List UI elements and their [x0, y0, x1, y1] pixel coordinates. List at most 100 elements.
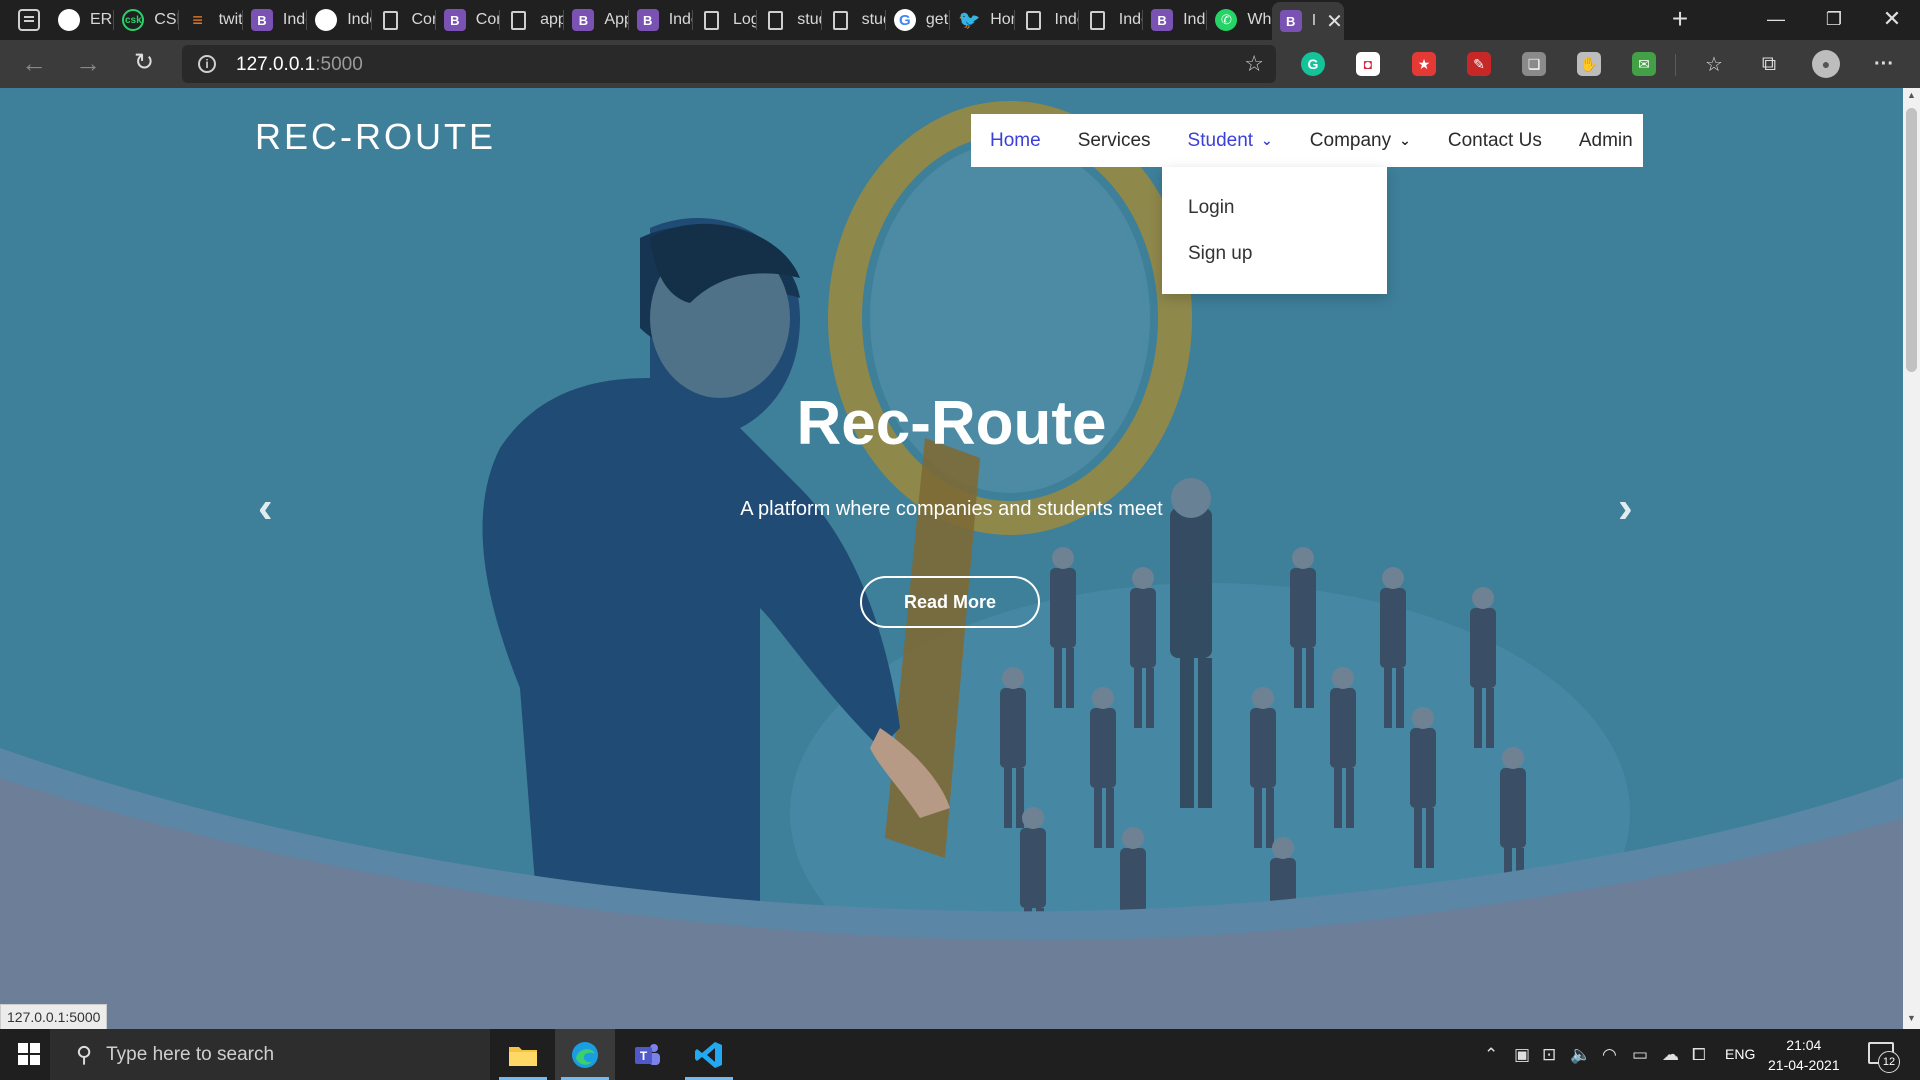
- page-scrollbar[interactable]: ▲ ▼: [1903, 88, 1920, 1029]
- onedrive-cloud-icon[interactable]: ☁: [1662, 1045, 1679, 1065]
- taskbar-file-explorer[interactable]: [493, 1029, 553, 1080]
- browser-tab[interactable]: ERRC: [50, 2, 114, 38]
- browser-tab-label: Appl: [604, 11, 629, 28]
- bootstrap-icon: B: [1151, 9, 1174, 31]
- profile-avatar-icon[interactable]: ●: [1812, 50, 1840, 78]
- read-more-button[interactable]: Read More: [860, 576, 1040, 628]
- language-indicator[interactable]: ENG: [1725, 1046, 1755, 1062]
- url-text[interactable]: 127.0.0.1:5000: [236, 54, 363, 76]
- wifi-icon[interactable]: ◠: [1602, 1045, 1617, 1065]
- browser-tab-label: Index: [347, 11, 371, 28]
- edge-browser-icon: [572, 1041, 598, 1068]
- tray-device-icon[interactable]: ▣: [1514, 1045, 1530, 1065]
- browser-tab[interactable]: B Appl: [564, 2, 629, 38]
- tray-app-icon[interactable]: ⊡: [1542, 1045, 1556, 1065]
- stackoverflow-icon: ≡: [192, 9, 203, 30]
- favorites-icon[interactable]: ☆: [1702, 52, 1726, 76]
- grammarly-extension-icon[interactable]: G: [1301, 52, 1325, 76]
- browser-tab[interactable]: Com: [372, 2, 436, 38]
- dropdown-item-login[interactable]: Login: [1162, 185, 1387, 231]
- scroll-up-icon[interactable]: ▲: [1903, 90, 1920, 104]
- screen: ERRC csk CSK ≡ twitte B Index Index Com B Com apply…: [0, 0, 1920, 1080]
- chevron-down-icon: ⌄: [1399, 132, 1411, 148]
- forward-button[interactable]: →: [72, 48, 104, 80]
- windows-taskbar: ⚲ Type here to search T ⌃ ▣ ⊡ 🔈 ◠ ▭ ☁ ⧠ …: [0, 1029, 1920, 1080]
- browser-tab-label: Com: [411, 11, 436, 28]
- browser-tab-label: apply: [540, 11, 565, 28]
- address-bar[interactable]: i 127.0.0.1:5000 ☆: [182, 45, 1276, 83]
- browser-tab[interactable]: Index: [1079, 2, 1143, 38]
- extension-badge-icon[interactable]: ★: [1412, 52, 1436, 76]
- browser-tab-label: stude: [861, 11, 886, 28]
- extension-pen-icon[interactable]: ✎: [1467, 52, 1491, 76]
- browser-tab[interactable]: ✆ Wha: [1207, 2, 1272, 38]
- browser-tab[interactable]: B Inde: [1143, 2, 1207, 38]
- scrollbar-thumb[interactable]: [1906, 108, 1917, 372]
- github-icon: [58, 9, 80, 31]
- tablet-mode-icon[interactable]: ⧠: [1692, 1045, 1706, 1065]
- extension-copy-icon[interactable]: ❏: [1522, 52, 1546, 76]
- page-icon: [832, 10, 848, 30]
- carousel-prev-icon[interactable]: ‹: [258, 483, 273, 533]
- taskbar-teams[interactable]: T: [617, 1029, 677, 1080]
- volume-icon[interactable]: 🔈: [1570, 1045, 1591, 1065]
- carousel-next-icon[interactable]: ›: [1618, 483, 1633, 533]
- nav-home-label: Home: [990, 129, 1041, 151]
- browser-tab[interactable]: Index: [307, 2, 371, 38]
- windows-start-icon[interactable]: [18, 1043, 40, 1065]
- dropdown-item-signup[interactable]: Sign up: [1162, 231, 1387, 277]
- nav-student-label: Student: [1187, 129, 1254, 151]
- nav-student[interactable]: Student ⌄: [1188, 130, 1273, 152]
- browser-tab[interactable]: B Index: [629, 2, 693, 38]
- taskbar-edge[interactable]: [555, 1029, 615, 1080]
- restore-button[interactable]: ❐: [1804, 0, 1864, 40]
- site-info-icon[interactable]: i: [198, 55, 216, 73]
- browser-tab[interactable]: B Com: [436, 2, 500, 38]
- settings-more-icon[interactable]: ···: [1872, 52, 1896, 76]
- refresh-button[interactable]: ↻: [128, 48, 160, 80]
- toolbar-divider: [1675, 54, 1676, 76]
- nav-admin[interactable]: Admin: [1579, 130, 1633, 152]
- page-icon: [1089, 10, 1105, 30]
- browser-tab[interactable]: Login: [693, 2, 757, 38]
- browser-tab[interactable]: csk CSK: [114, 2, 179, 38]
- browser-tab-label: CSK: [154, 11, 178, 28]
- new-tab-button[interactable]: +: [1664, 4, 1696, 36]
- whatsapp-icon: ✆: [1215, 9, 1238, 31]
- collections-icon[interactable]: ⧉: [1757, 52, 1781, 76]
- scroll-down-icon[interactable]: ▼: [1903, 1013, 1920, 1027]
- pocket-extension-icon[interactable]: ◘: [1356, 52, 1380, 76]
- vscode-icon: [695, 1041, 722, 1068]
- browser-tab[interactable]: B I ✕: [1271, 2, 1344, 40]
- site-nav-menu: Home Services Student ⌄ Company ⌄ Contact …: [971, 114, 1643, 167]
- site-brand-logo[interactable]: REC-ROUTE: [255, 116, 496, 158]
- browser-tab[interactable]: stude: [822, 2, 886, 38]
- hero-background: [0, 88, 1903, 1029]
- extension-mail-icon[interactable]: ✉: [1632, 52, 1656, 76]
- browser-tab[interactable]: ≡ twitte: [179, 2, 243, 38]
- browser-tab[interactable]: apply: [500, 2, 564, 38]
- browser-tab-label: I: [1311, 12, 1317, 29]
- browser-tab[interactable]: Gget /: [886, 2, 950, 38]
- extension-hand-icon[interactable]: ✋: [1577, 52, 1601, 76]
- taskbar-clock[interactable]: 21:04 21-04-2021: [1768, 1035, 1840, 1075]
- nav-company[interactable]: Company ⌄: [1310, 130, 1411, 152]
- nav-home[interactable]: Home: [990, 130, 1041, 152]
- nav-services[interactable]: Services: [1078, 130, 1151, 152]
- tray-chevron-up-icon[interactable]: ⌃: [1484, 1045, 1498, 1065]
- battery-icon[interactable]: ▭: [1632, 1045, 1648, 1065]
- browser-tab[interactable]: Index: [1015, 2, 1079, 38]
- minimize-button[interactable]: —: [1746, 0, 1806, 40]
- tab-actions-icon[interactable]: [18, 9, 40, 31]
- taskbar-search-box[interactable]: ⚲ Type here to search: [50, 1029, 490, 1080]
- taskbar-vscode[interactable]: [679, 1029, 739, 1080]
- close-tab-icon[interactable]: ✕: [1326, 9, 1343, 34]
- browser-tab[interactable]: stude: [757, 2, 822, 38]
- back-button[interactable]: ←: [18, 48, 50, 80]
- add-favorite-icon[interactable]: ☆: [1244, 51, 1264, 77]
- search-icon: ⚲: [76, 1041, 93, 1067]
- browser-tab[interactable]: B Index: [243, 2, 307, 38]
- nav-contact[interactable]: Contact Us: [1448, 130, 1542, 152]
- close-window-button[interactable]: ✕: [1862, 0, 1920, 40]
- browser-tab[interactable]: 🐦 Hom: [950, 2, 1015, 38]
